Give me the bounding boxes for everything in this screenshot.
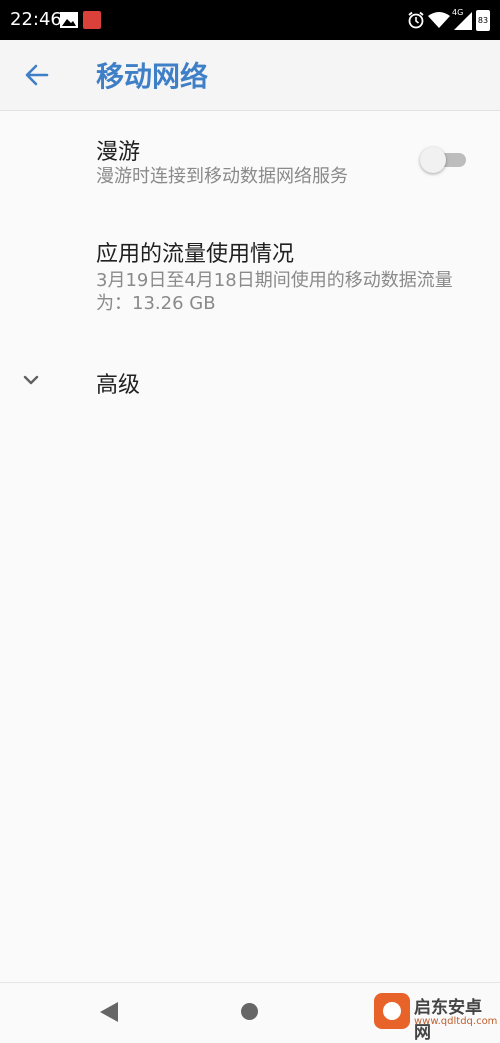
app-data-usage-preference[interactable]: 应用的流量使用情况 3月19日至4月18日期间使用的移动数据流量为：13.26 … — [0, 225, 500, 330]
status-time: 22:46 — [10, 9, 62, 30]
roaming-title: 漫游 — [96, 140, 141, 165]
cellular-signal-icon — [454, 12, 472, 30]
app-data-usage-title: 应用的流量使用情况 — [96, 242, 295, 267]
roaming-summary: 漫游时连接到移动数据网络服务 — [96, 166, 348, 187]
toggle-thumb — [420, 147, 446, 173]
status-bar: 22:46 4G 83 — [0, 0, 500, 40]
watermark-logo — [374, 993, 410, 1029]
roaming-preference[interactable]: 漫游 漫游时连接到移动数据网络服务 — [0, 120, 500, 210]
arrow-back-icon[interactable] — [18, 56, 56, 94]
image-icon — [60, 12, 78, 28]
app-bar: 移动网络 — [0, 40, 500, 111]
app-icon — [83, 11, 101, 29]
alarm-icon — [408, 11, 424, 29]
wifi-icon — [428, 12, 450, 28]
roaming-toggle[interactable] — [420, 147, 468, 173]
advanced-preference[interactable]: 高级 — [0, 355, 500, 407]
watermark: 启东安卓网 www.qdltdq.com — [374, 987, 498, 1043]
nav-back-icon[interactable] — [98, 1000, 120, 1024]
battery-icon: 83 — [476, 10, 490, 31]
navigation-bar: 启东安卓网 www.qdltdq.com — [0, 982, 500, 1043]
advanced-title: 高级 — [96, 373, 141, 398]
nav-home-icon[interactable] — [241, 1003, 258, 1020]
page-title: 移动网络 — [96, 60, 209, 93]
watermark-url: www.qdltdq.com — [414, 1016, 498, 1027]
app-data-usage-summary: 3月19日至4月18日期间使用的移动数据流量为：13.26 GB — [96, 270, 453, 314]
chevron-down-icon — [23, 375, 39, 385]
